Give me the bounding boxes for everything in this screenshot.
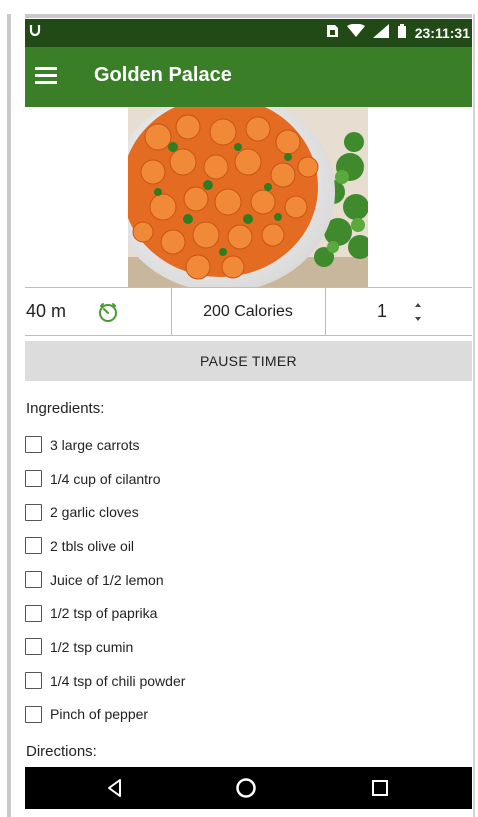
ingredient-checkbox[interactable] [25,537,42,555]
window-frame-left [0,14,25,817]
ingredient-item[interactable]: Pinch of pepper [25,698,472,732]
recipe-info-row: 40 m 200 Calories 1 [25,287,472,336]
window-frame-right-line [473,14,475,817]
status-icons: 23:11:31 [325,23,470,41]
hamburger-menu-icon[interactable] [35,67,57,85]
ingredient-label: 1/2 tsp cumin [50,638,134,655]
up-down-stepper-icon[interactable] [412,300,424,324]
ingredient-item[interactable]: 2 garlic cloves [25,495,472,529]
calories-cell: 200 Calories [171,288,326,335]
app-title: Golden Palace [94,64,232,86]
ingredient-label: 2 garlic cloves [50,504,139,521]
servings-cell: 1 [325,288,472,335]
ingredient-checkbox[interactable] [25,503,42,521]
carrot-salad-photo [128,107,368,287]
ingredient-label: 1/4 tsp of chili powder [50,672,186,689]
sim-icon [325,24,339,41]
back-icon[interactable] [105,778,125,798]
ingredients-title: Ingredients: [26,400,105,417]
ingredient-checkbox[interactable] [25,436,42,454]
ingredient-label: 1/4 cup of cilantro [50,470,161,487]
pause-timer-button[interactable]: PAUSE TIMER [25,341,472,381]
signal-icon [372,24,389,41]
window-frame-left-line [7,14,11,817]
ingredient-label: 1/2 tsp of paprika [50,605,158,622]
status-time: 23:11:31 [414,24,470,41]
battery-icon [397,24,407,41]
ingredient-checkbox[interactable] [25,672,42,690]
ingredient-item[interactable]: 2 tbls olive oil [25,529,472,563]
ingredient-item[interactable]: 1/2 tsp of paprika [25,596,472,630]
ingredient-item[interactable]: 1/2 tsp cumin [25,630,472,664]
window-frame-top-line [14,14,478,18]
ingredient-item[interactable]: 1/4 cup of cilantro [25,462,472,496]
ingredient-checkbox[interactable] [25,604,42,622]
home-icon[interactable] [235,777,257,799]
calories: 200 Calories [203,302,293,320]
ingredient-label: Juice of 1/2 lemon [50,571,164,588]
recent-apps-icon[interactable] [371,779,389,797]
ingredient-checkbox[interactable] [25,571,42,589]
app-bar: Golden Palace [25,47,472,107]
timer-icon[interactable] [97,301,119,323]
phone-screen: 23:11:31 Golden Palace 40 m 200 Calories… [25,19,472,809]
wifi-icon [346,23,365,41]
prep-time-cell: 40 m [25,288,172,335]
prep-time: 40 m [26,301,67,321]
servings-value[interactable]: 1 [377,301,387,322]
ingredients-list: 3 large carrots 1/4 cup of cilantro 2 garl… [25,428,472,731]
ingredient-checkbox[interactable] [25,705,42,723]
ingredient-label: Pinch of pepper [50,706,149,723]
ingredient-checkbox[interactable] [25,638,42,656]
notification-icon [29,24,41,39]
ingredient-label: 2 tbls olive oil [50,537,135,554]
status-bar: 23:11:31 [25,19,472,47]
ingredient-checkbox[interactable] [25,470,42,488]
ingredient-item[interactable]: Juice of 1/2 lemon [25,563,472,597]
navigation-bar [25,767,472,809]
ingredient-label: 3 large carrots [50,436,140,453]
ingredient-item[interactable]: 3 large carrots [25,428,472,462]
ingredient-item[interactable]: 1/4 tsp of chili powder [25,664,472,698]
directions-title: Directions: [26,743,97,760]
